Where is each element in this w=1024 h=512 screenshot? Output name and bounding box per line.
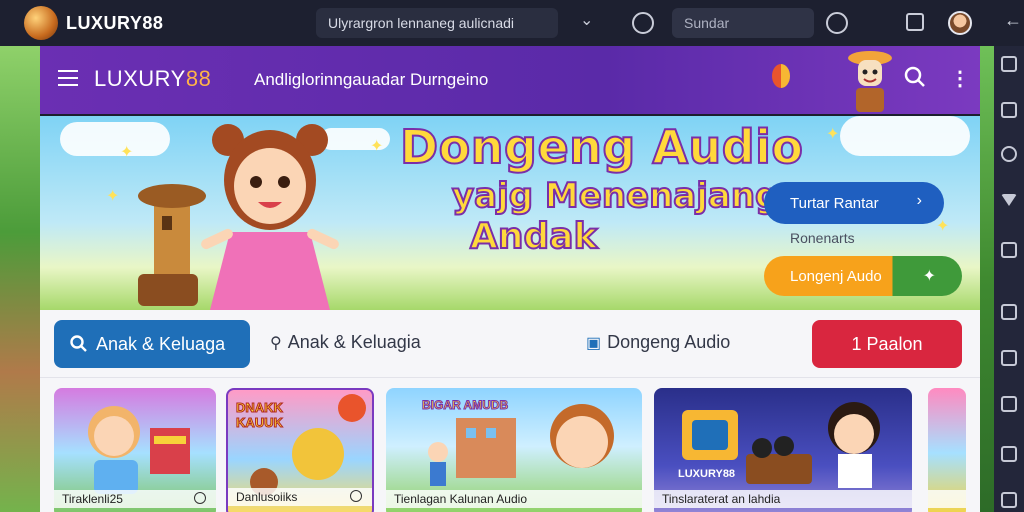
category-tab-label: Anak & Keluaga <box>96 333 226 354</box>
category-tab-audio[interactable]: ▣ Dongeng Audio <box>586 332 730 353</box>
mascot-illustration <box>848 51 892 112</box>
power-icon[interactable] <box>826 12 848 34</box>
hero-caption: Ronenarts <box>790 230 855 246</box>
sidebar-tool-icon[interactable] <box>1001 492 1017 508</box>
star-icon: ✦ <box>826 126 840 143</box>
logo-emblem-icon <box>24 6 58 40</box>
story-card[interactable] <box>928 388 966 512</box>
gift-icon: ▣ <box>586 334 602 352</box>
search-icon <box>70 335 87 352</box>
category-tab-active[interactable]: Anak & Keluaga <box>54 320 250 368</box>
card-art-text: DNAKK KAUUK <box>236 400 284 431</box>
chevron-down-icon[interactable]: ⌄ <box>580 10 593 30</box>
home-icon[interactable] <box>1001 242 1017 258</box>
card-art-text: BIGAR AMUDB <box>422 398 509 413</box>
audio-button[interactable]: Longenj Audo ✦ <box>764 256 962 296</box>
card-caption: Tiraklenli25 <box>54 490 216 508</box>
card-caption: Danlusoiiks <box>228 488 372 506</box>
refresh-icon[interactable] <box>632 12 654 34</box>
search-icon[interactable] <box>904 66 926 88</box>
app-brand[interactable]: LUXURY88 <box>94 66 211 92</box>
card-title: Tinslaraterat an lahdia <box>662 492 781 506</box>
story-card[interactable]: Tiraklenli25 <box>54 388 216 512</box>
app-header: LUXURY88 Andliglorinngauadar Durngeino ⋮ <box>40 46 980 114</box>
story-card[interactable]: DNAKK KAUUK Danlusoiiks <box>226 388 374 512</box>
audio-button-label: Longenj Audo <box>790 267 882 285</box>
browser-logo[interactable]: LUXURY88 <box>24 6 163 40</box>
card-illustration <box>682 402 880 488</box>
hamburger-menu-icon[interactable] <box>58 70 78 86</box>
back-arrow-icon[interactable]: ← <box>1004 10 1022 31</box>
star-icon: ✦ <box>936 218 950 235</box>
story-card[interactable]: LUXURY88 Tinslaraterat an lahdia <box>654 388 912 512</box>
content-grid: Tiraklenli25 DNAKK KAUUK Danlusoiiks BIG… <box>40 378 980 512</box>
app-brand-number: 88 <box>185 66 212 91</box>
pencil-icon[interactable] <box>997 142 1021 166</box>
balloon-icon <box>772 64 790 88</box>
story-card[interactable]: BIGAR AMUDB Tienlagan Kalunan Audio <box>386 388 642 512</box>
background-scenery-right <box>980 46 994 512</box>
play-button[interactable]: Turtar Rantar › <box>764 182 944 224</box>
card-caption <box>928 490 966 508</box>
side-toolbar <box>994 46 1024 512</box>
app-subtitle: Andliglorinngauadar Durngeino <box>254 70 489 89</box>
star-icon: ✦ <box>106 188 120 205</box>
girl-illustration <box>201 124 339 310</box>
grid-icon[interactable] <box>1001 396 1017 412</box>
play-icon[interactable] <box>350 490 362 502</box>
hero-title-line1: Dongeng Audio <box>399 119 804 175</box>
triangle-down-icon[interactable] <box>1001 194 1017 206</box>
window-icon[interactable] <box>906 13 924 31</box>
card-title: Tienlagan Kalunan Audio <box>394 492 527 506</box>
chevron-right-icon: › <box>916 192 922 209</box>
sidebar-tool-icon[interactable] <box>1001 56 1017 72</box>
card-caption: Tinslaraterat an lahdia <box>654 490 912 508</box>
sparkle-icon: ✦ <box>922 268 936 285</box>
share-icon[interactable] <box>1001 446 1017 462</box>
card-art-text: LUXURY88 <box>678 468 736 480</box>
category-bar: Anak & Keluaga ⚲ Anak & Keluagia ▣ Donge… <box>40 310 980 378</box>
browser-search-input[interactable]: Sundar <box>672 8 814 38</box>
more-options-icon[interactable]: ⋮ <box>950 66 970 91</box>
play-button-label: Turtar Rantar <box>790 194 879 212</box>
hero-title-line2: yajg Menenajang <box>451 175 780 217</box>
settings-icon[interactable] <box>1001 350 1017 366</box>
cloud-decoration <box>60 122 170 156</box>
layout-icon[interactable] <box>1001 304 1017 320</box>
cloud-decoration <box>840 116 970 156</box>
category-tab-label: Dongeng Audio <box>607 332 731 352</box>
package-button[interactable]: 1 Paalon <box>812 320 962 368</box>
card-title: Danlusoiiks <box>236 490 298 504</box>
sidebar-tool-icon[interactable] <box>1001 102 1017 118</box>
wand-icon: ⚲ <box>270 334 282 352</box>
card-title: Tiraklenli25 <box>62 492 123 506</box>
hero-title-line3: Andak <box>469 215 598 258</box>
avatar[interactable] <box>948 11 972 35</box>
play-icon[interactable] <box>194 492 206 504</box>
background-scenery-left <box>0 46 40 512</box>
browser-brand: LUXURY88 <box>66 12 164 33</box>
url-field[interactable]: Ulyrargron lennaneg aulicnadi <box>316 8 558 38</box>
hero-banner: ✦ ✦ ✦ ✦ ✦ Dongeng Audio yajg Menenajang … <box>40 116 980 310</box>
browser-topbar: LUXURY88 Ulyrargron lennaneg aulicnadi ⌄… <box>0 0 1024 46</box>
app-brand-word: LUXURY <box>94 66 186 91</box>
category-tab-family[interactable]: ⚲ Anak & Keluagia <box>270 332 421 353</box>
card-illustration <box>88 406 190 494</box>
star-icon: ✦ <box>370 138 384 155</box>
card-caption: Tienlagan Kalunan Audio <box>386 490 642 508</box>
category-tab-label: Anak & Keluagia <box>287 332 421 352</box>
